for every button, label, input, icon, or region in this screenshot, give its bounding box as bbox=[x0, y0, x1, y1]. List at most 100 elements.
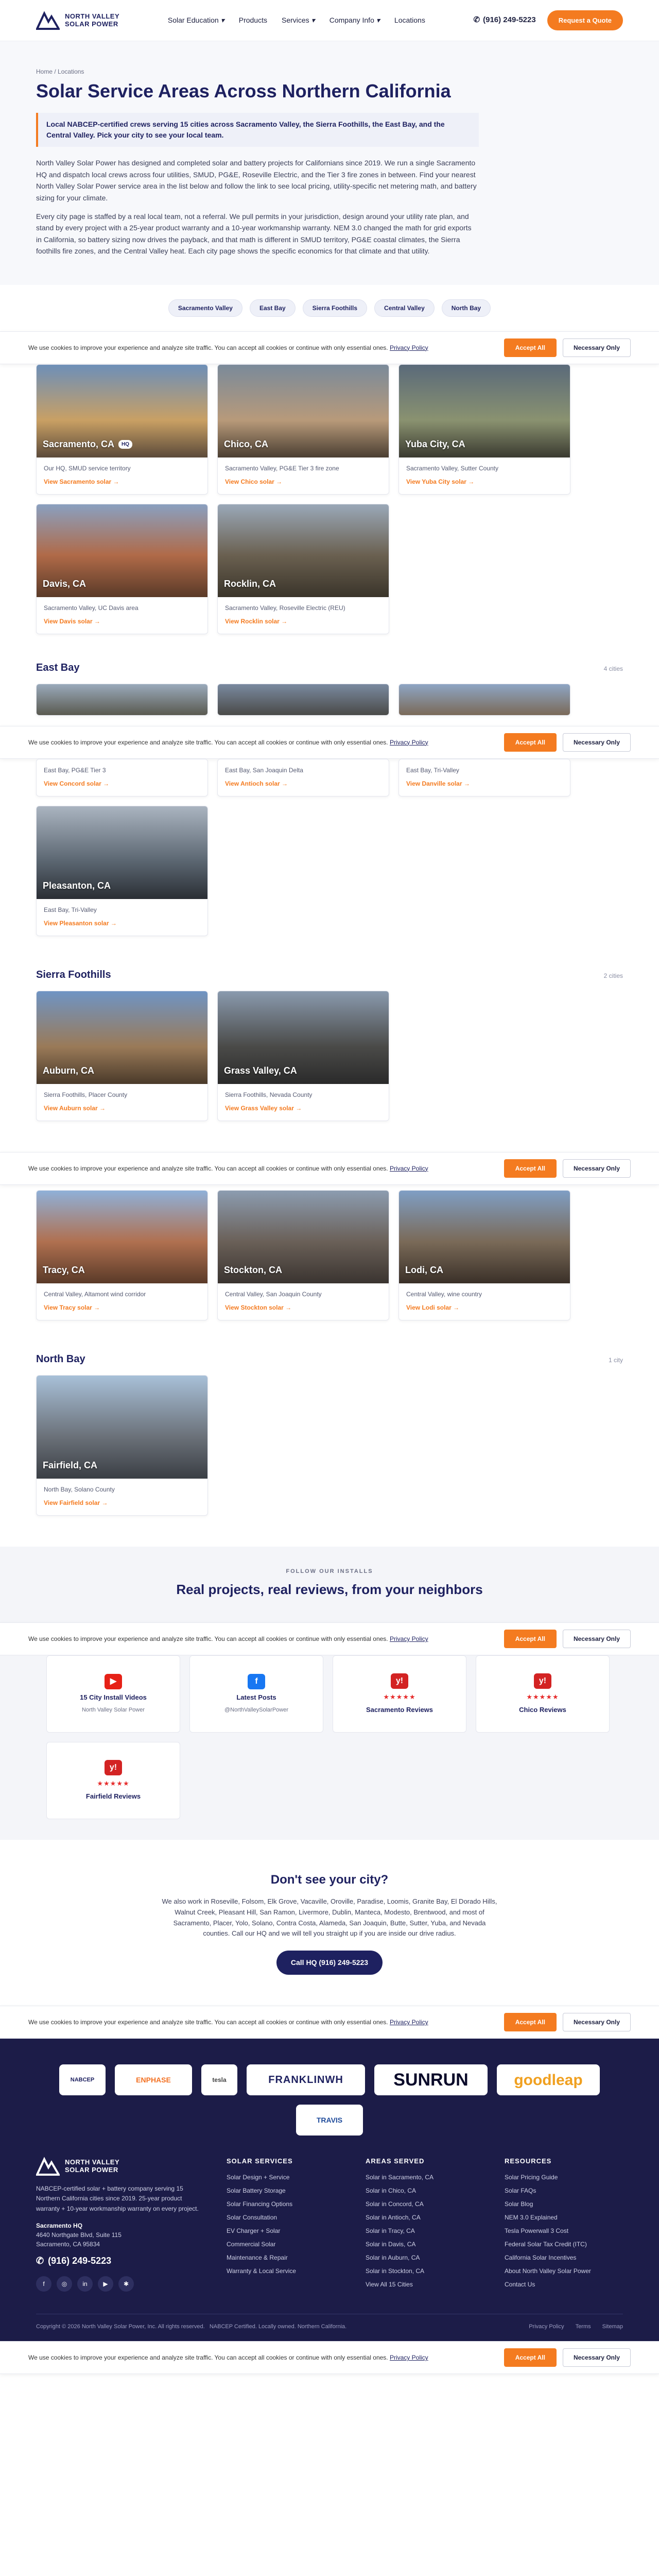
social-card-yelp-sacramento[interactable]: y! ★★★★★ Sacramento Reviews bbox=[333, 1655, 466, 1733]
city-card-antioch-body[interactable]: East Bay, San Joaquin Delta View Antioch … bbox=[217, 758, 389, 796]
privacy-policy-link[interactable]: Privacy Policy bbox=[390, 1635, 428, 1642]
footer-link[interactable]: Solar FAQs bbox=[505, 2186, 623, 2195]
city-card-yuba-city[interactable]: Yuba City, CA Sacramento Valley, Sutter C… bbox=[398, 364, 570, 495]
city-card-danville[interactable] bbox=[398, 683, 570, 716]
nav-services[interactable]: Services ▾ bbox=[282, 15, 315, 26]
view-city-link[interactable]: View Tracy solar → bbox=[44, 1304, 100, 1311]
privacy-policy-link[interactable]: Privacy Policy bbox=[390, 1165, 428, 1172]
footer-link[interactable]: Solar in Stockton, CA bbox=[366, 2266, 484, 2276]
logo[interactable]: NORTH VALLEY SOLAR POWER bbox=[36, 10, 119, 31]
view-city-link[interactable]: View Pleasanton solar → bbox=[44, 920, 117, 927]
nav-solar-education[interactable]: Solar Education ▾ bbox=[168, 15, 224, 26]
accept-all-button[interactable]: Accept All bbox=[504, 733, 557, 752]
sitemap-link[interactable]: Sitemap bbox=[602, 2323, 623, 2331]
city-card-concord-body[interactable]: East Bay, PG&E Tier 3 View Concord solar … bbox=[36, 758, 208, 796]
city-card-rocklin[interactable]: Rocklin, CA Sacramento Valley, Roseville … bbox=[217, 503, 389, 634]
accept-all-button[interactable]: Accept All bbox=[504, 2348, 557, 2367]
necessary-only-button[interactable]: Necessary Only bbox=[562, 1159, 631, 1178]
footer-link[interactable]: Solar in Antioch, CA bbox=[366, 2213, 484, 2222]
city-card-danville-body[interactable]: East Bay, Tri-Valley View Danville solar … bbox=[398, 758, 570, 796]
request-quote-button[interactable]: Request a Quote bbox=[547, 10, 623, 31]
footer-link[interactable]: Commercial Solar bbox=[227, 2240, 345, 2249]
pill-east-bay[interactable]: East Bay bbox=[249, 299, 296, 317]
social-card-facebook[interactable]: f Latest Posts @NorthValleySolarPower bbox=[189, 1655, 323, 1733]
city-card-stockton[interactable]: Stockton, CA Central Valley, San Joaquin … bbox=[217, 1190, 389, 1320]
view-city-link[interactable]: View Sacramento solar → bbox=[44, 478, 119, 485]
city-card-lodi[interactable]: Lodi, CA Central Valley, wine country View… bbox=[398, 1190, 570, 1320]
footer-link[interactable]: Solar Battery Storage bbox=[227, 2186, 345, 2195]
footer-link[interactable]: NEM 3.0 Explained bbox=[505, 2213, 623, 2222]
social-card-youtube[interactable]: ▶ 15 City Install Videos North Valley Sola… bbox=[46, 1655, 180, 1733]
yelp-icon[interactable]: ✱ bbox=[118, 2276, 134, 2292]
city-card-tracy[interactable]: Tracy, CA Central Valley, Altamont wind c… bbox=[36, 1190, 208, 1320]
facebook-icon[interactable]: f bbox=[36, 2276, 51, 2292]
footer-link[interactable]: Solar in Davis, CA bbox=[366, 2240, 484, 2249]
view-city-link[interactable]: View Fairfield solar → bbox=[44, 1499, 108, 1506]
footer-link[interactable]: Solar in Tracy, CA bbox=[366, 2226, 484, 2235]
header-phone-link[interactable]: ✆ (916) 249-5223 bbox=[474, 14, 536, 26]
footer-link[interactable]: Solar Financing Options bbox=[227, 2199, 345, 2209]
view-city-link[interactable]: View Grass Valley solar → bbox=[225, 1105, 302, 1112]
footer-link[interactable]: Solar in Sacramento, CA bbox=[366, 2173, 484, 2182]
accept-all-button[interactable]: Accept All bbox=[504, 1630, 557, 1649]
city-card-fairfield[interactable]: Fairfield, CA North Bay, Solano County Vie… bbox=[36, 1375, 208, 1516]
privacy-policy-link[interactable]: Privacy Policy bbox=[390, 739, 428, 746]
youtube-icon[interactable]: ▶ bbox=[98, 2276, 113, 2292]
footer-link[interactable]: Tesla Powerwall 3 Cost bbox=[505, 2226, 623, 2235]
footer-link[interactable]: Solar in Concord, CA bbox=[366, 2199, 484, 2209]
necessary-only-button[interactable]: Necessary Only bbox=[562, 338, 631, 357]
nav-locations[interactable]: Locations bbox=[394, 15, 425, 26]
footer-logo[interactable]: NORTH VALLEY SOLAR POWER bbox=[36, 2156, 206, 2177]
accept-all-button[interactable]: Accept All bbox=[504, 338, 557, 357]
social-card-yelp-fairfield[interactable]: y! ★★★★★ Fairfield Reviews bbox=[46, 1742, 180, 1820]
city-card-concord[interactable] bbox=[36, 683, 208, 716]
footer-link[interactable]: Contact Us bbox=[505, 2280, 623, 2289]
accept-all-button[interactable]: Accept All bbox=[504, 1159, 557, 1178]
call-hq-button[interactable]: Call HQ (916) 249-5223 bbox=[276, 1951, 383, 1975]
city-card-davis[interactable]: Davis, CA Sacramento Valley, UC Davis are… bbox=[36, 503, 208, 634]
necessary-only-button[interactable]: Necessary Only bbox=[562, 733, 631, 752]
privacy-policy-link[interactable]: Privacy Policy bbox=[390, 344, 428, 351]
footer-link[interactable]: About North Valley Solar Power bbox=[505, 2266, 623, 2276]
pill-north-bay[interactable]: North Bay bbox=[441, 299, 491, 317]
footer-link[interactable]: Solar Consultation bbox=[227, 2213, 345, 2222]
footer-link[interactable]: Federal Solar Tax Credit (ITC) bbox=[505, 2240, 623, 2249]
city-card-chico[interactable]: Chico, CA Sacramento Valley, PG&E Tier 3 … bbox=[217, 364, 389, 495]
view-city-link[interactable]: View Chico solar → bbox=[225, 478, 282, 485]
footer-link[interactable]: Solar Design + Service bbox=[227, 2173, 345, 2182]
view-city-link[interactable]: View Davis solar → bbox=[44, 618, 100, 625]
footer-link[interactable]: Solar Pricing Guide bbox=[505, 2173, 623, 2182]
privacy-policy-link[interactable]: Privacy Policy bbox=[529, 2323, 564, 2331]
nav-company-info[interactable]: Company Info ▾ bbox=[330, 15, 380, 26]
view-city-link[interactable]: View Antioch solar → bbox=[225, 780, 288, 787]
privacy-policy-link[interactable]: Privacy Policy bbox=[390, 2019, 428, 2026]
city-card-grass-valley[interactable]: Grass Valley, CA Sierra Foothills, Nevada… bbox=[217, 990, 389, 1121]
footer-link[interactable]: EV Charger + Solar bbox=[227, 2226, 345, 2235]
accept-all-button[interactable]: Accept All bbox=[504, 2013, 557, 2032]
city-card-auburn[interactable]: Auburn, CA Sierra Foothills, Placer Count… bbox=[36, 990, 208, 1121]
footer-link[interactable]: Maintenance & Repair bbox=[227, 2253, 345, 2262]
city-card-sacramento[interactable]: Sacramento, CA HQ Our HQ, SMUD service ter… bbox=[36, 364, 208, 495]
view-city-link[interactable]: View Yuba City solar → bbox=[406, 478, 474, 485]
instagram-icon[interactable]: ◎ bbox=[57, 2276, 72, 2292]
pill-central-valley[interactable]: Central Valley bbox=[374, 299, 435, 317]
footer-link[interactable]: View All 15 Cities bbox=[366, 2280, 484, 2289]
city-card-antioch[interactable] bbox=[217, 683, 389, 716]
footer-phone-link[interactable]: ✆ (916) 249-5223 bbox=[36, 2254, 206, 2268]
view-city-link[interactable]: View Auburn solar → bbox=[44, 1105, 106, 1112]
view-city-link[interactable]: View Rocklin solar → bbox=[225, 618, 287, 625]
breadcrumb-home[interactable]: Home bbox=[36, 68, 53, 75]
nav-products[interactable]: Products bbox=[239, 15, 267, 26]
city-card-pleasanton[interactable]: Pleasanton, CA East Bay, Tri-Valley View P… bbox=[36, 805, 208, 936]
footer-link[interactable]: California Solar Incentives bbox=[505, 2253, 623, 2262]
social-card-yelp-chico[interactable]: y! ★★★★★ Chico Reviews bbox=[476, 1655, 610, 1733]
necessary-only-button[interactable]: Necessary Only bbox=[562, 1630, 631, 1649]
privacy-policy-link[interactable]: Privacy Policy bbox=[390, 2354, 428, 2361]
footer-link[interactable]: Solar in Auburn, CA bbox=[366, 2253, 484, 2262]
view-city-link[interactable]: View Danville solar → bbox=[406, 780, 470, 787]
view-city-link[interactable]: View Lodi solar → bbox=[406, 1304, 459, 1311]
footer-link[interactable]: Warranty & Local Service bbox=[227, 2266, 345, 2276]
view-city-link[interactable]: View Stockton solar → bbox=[225, 1304, 291, 1311]
footer-link[interactable]: Solar Blog bbox=[505, 2199, 623, 2209]
pill-sacramento-valley[interactable]: Sacramento Valley bbox=[168, 299, 242, 317]
